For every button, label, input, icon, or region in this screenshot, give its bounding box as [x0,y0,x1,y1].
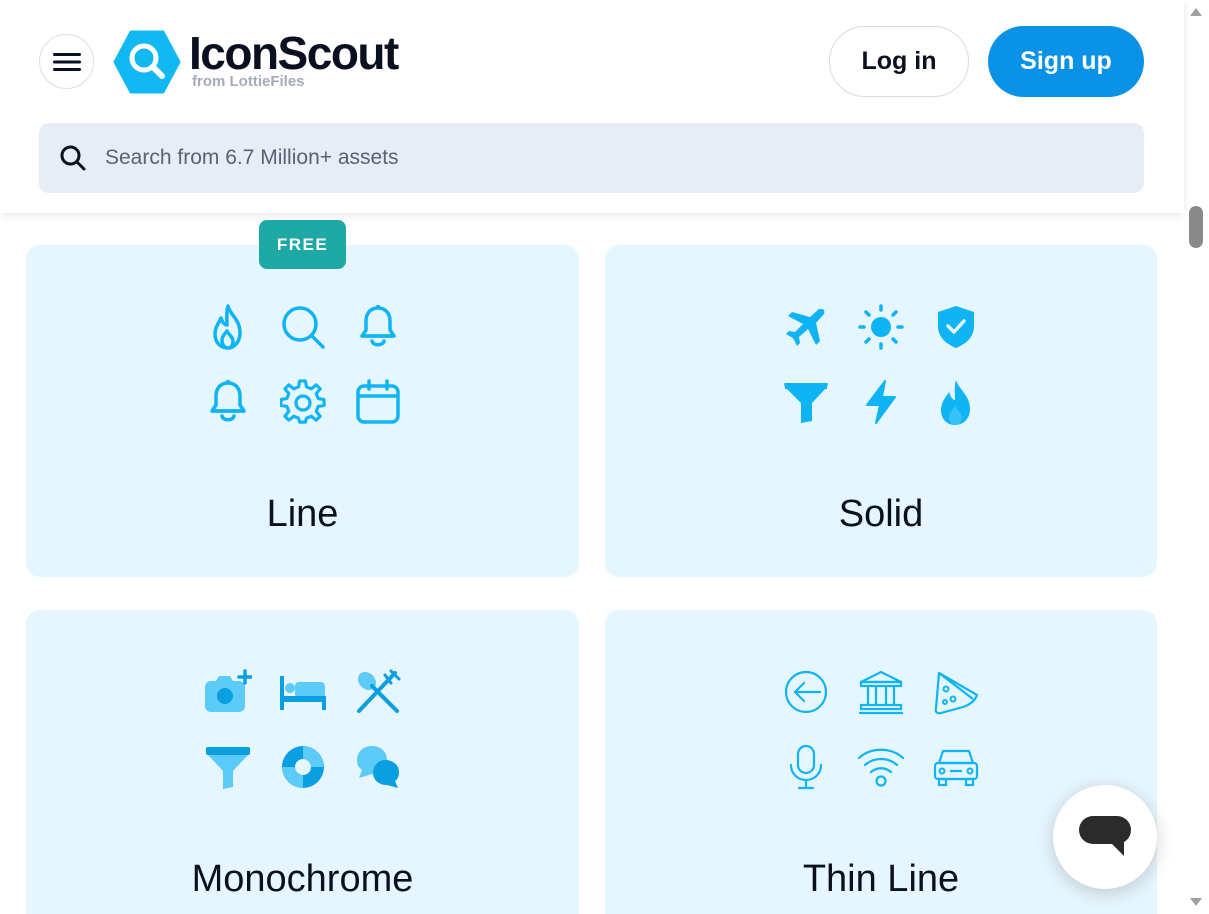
page-scrollbar[interactable] [1184,0,1209,914]
lifebuoy-icon [279,743,327,791]
search-input[interactable] [105,146,1005,170]
scroll-up-arrow-icon[interactable] [1190,8,1202,16]
calendar-icon [354,378,402,426]
fire-icon [932,378,980,426]
wifi-icon [857,743,905,791]
style-card-solid[interactable]: Solid [605,245,1157,577]
utensils-icon [354,668,402,716]
chat-bubbles-icon [354,743,402,791]
sun-icon [857,303,905,351]
arrow-left-circle-icon [782,668,830,716]
brand-logo[interactable]: IconScout from LottieFiles [113,27,399,94]
icon-preview-grid [782,303,980,426]
camera-add-icon [204,668,252,716]
bank-icon [857,668,905,716]
free-badge: FREE [259,220,346,269]
pizza-icon [932,668,980,716]
icon-preview-grid [204,668,402,791]
icon-preview-grid [782,668,980,791]
filter-icon [782,378,830,426]
style-card-monochrome[interactable]: Monochrome [26,610,579,914]
airplane-icon [782,303,830,351]
gear-icon [279,378,327,426]
search-icon [279,303,327,351]
brand-name: IconScout [189,27,399,79]
fire-icon [204,303,252,351]
chat-icon [1079,816,1131,856]
scroll-down-arrow-icon[interactable] [1190,898,1202,906]
menu-button[interactable] [39,34,94,89]
logo-mark-icon [113,30,181,94]
bell-icon [204,378,252,426]
card-title: Monochrome [191,858,414,900]
signup-button[interactable]: Sign up [988,26,1144,97]
filter-icon [204,743,252,791]
login-button[interactable]: Log in [829,26,969,97]
bell-icon [354,303,402,351]
shield-check-icon [932,303,980,351]
car-icon [932,743,980,791]
card-title: Line [266,493,339,535]
icon-preview-grid [204,303,402,426]
microphone-icon [782,743,830,791]
style-card-line[interactable]: Line [26,245,579,577]
search-bar[interactable] [39,123,1144,193]
search-icon [60,145,86,171]
scroll-thumb[interactable] [1189,206,1203,248]
chat-widget-button[interactable] [1053,785,1157,889]
lightning-icon [857,378,905,426]
site-header: IconScout from LottieFiles Log in Sign u… [0,0,1184,213]
bed-icon [279,668,327,716]
hamburger-icon [52,52,81,71]
card-title: Solid [838,493,924,535]
